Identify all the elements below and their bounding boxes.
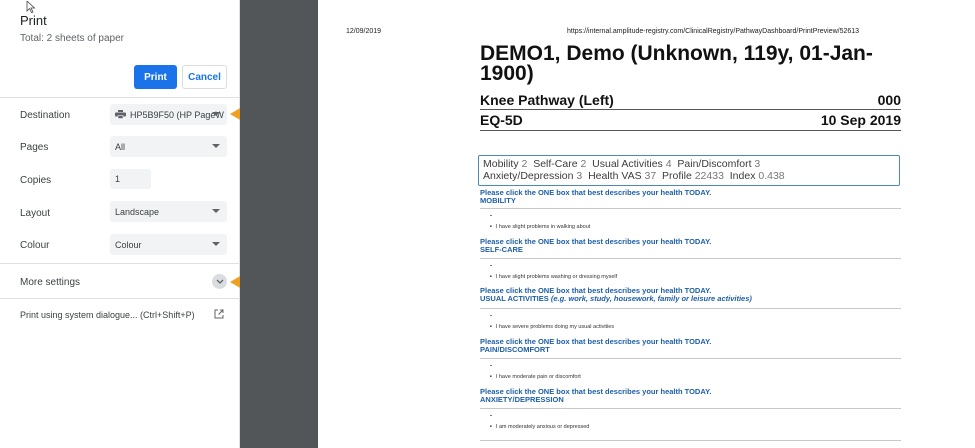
question-block: Please click the ONE box that best descr… bbox=[480, 238, 910, 254]
divider bbox=[480, 440, 901, 441]
form-date: 10 Sep 2019 bbox=[820, 112, 901, 128]
question-block: Please click the ONE box that best descr… bbox=[480, 338, 910, 354]
chevron-down-icon bbox=[212, 144, 220, 148]
colour-select[interactable]: Colour bbox=[110, 234, 227, 255]
summary-label: Pain/Discomfort bbox=[677, 158, 752, 170]
form-title: EQ-5D bbox=[480, 112, 523, 128]
cancel-button[interactable]: Cancel bbox=[182, 65, 227, 89]
more-settings-label[interactable]: More settings bbox=[20, 277, 80, 288]
question-block: Please click the ONE box that best descr… bbox=[480, 287, 910, 303]
divider bbox=[480, 308, 901, 309]
question-heading: PAIN/DISCOMFORT bbox=[480, 345, 550, 354]
print-title: Print bbox=[20, 13, 47, 28]
open-external-icon[interactable] bbox=[213, 308, 225, 320]
pages-label: Pages bbox=[20, 142, 49, 153]
question-heading-extra: (e.g. work, study, housework, family or … bbox=[550, 294, 752, 303]
summary-value: 4 bbox=[665, 158, 672, 170]
chevron-down-icon bbox=[212, 242, 220, 246]
bullet bbox=[490, 415, 492, 416]
question-prompt: Please click the ONE box that best descr… bbox=[480, 188, 712, 197]
printer-icon bbox=[115, 110, 126, 119]
chevron-down-icon bbox=[212, 112, 220, 116]
question-answer: I have moderate pain or discomfort bbox=[490, 374, 581, 380]
bullet bbox=[490, 365, 492, 366]
summary-label: Index bbox=[729, 170, 756, 182]
question-heading-text: USUAL ACTIVITIES bbox=[480, 294, 549, 303]
bullet bbox=[490, 265, 492, 266]
bullet bbox=[490, 215, 492, 216]
question-heading: SELF-CARE bbox=[480, 245, 523, 254]
chevron-down-icon bbox=[216, 279, 223, 284]
print-button[interactable]: Print bbox=[134, 65, 177, 89]
print-preview-page: 12/09/2019 https://internal.amplitude-re… bbox=[318, 0, 975, 448]
summary-label: Usual Activities bbox=[592, 158, 663, 170]
divider bbox=[480, 408, 901, 409]
system-dialog-link[interactable]: Print using system dialogue... (Ctrl+Shi… bbox=[20, 310, 195, 320]
divider bbox=[480, 358, 901, 359]
page-header-date: 12/09/2019 bbox=[346, 28, 382, 35]
divider bbox=[480, 208, 901, 209]
summary-value: 2 bbox=[580, 158, 587, 170]
copies-input[interactable]: 1 bbox=[110, 169, 151, 189]
divider bbox=[0, 97, 240, 98]
layout-value: Landscape bbox=[115, 206, 160, 217]
score-summary-box: Mobility 2 Self-Care 2 Usual Activities … bbox=[478, 155, 900, 186]
pathway-number: 000 bbox=[877, 92, 901, 108]
summary-label: Profile bbox=[662, 170, 692, 182]
copies-label: Copies bbox=[20, 175, 52, 186]
question-heading: ANXIETY/DEPRESSION bbox=[480, 395, 564, 404]
summary-value: 2 bbox=[521, 158, 528, 170]
summary-value: 22433 bbox=[694, 170, 724, 182]
divider bbox=[480, 258, 901, 259]
more-settings-expand-button[interactable] bbox=[212, 274, 227, 289]
pages-select[interactable]: All bbox=[110, 136, 227, 157]
question-block: Please click the ONE box that best descr… bbox=[480, 189, 910, 205]
pathway-title: Knee Pathway (Left) bbox=[480, 92, 614, 108]
question-answer: I have severe problems doing my usual ac… bbox=[490, 324, 614, 330]
question-answer: I am moderately anxious or depressed bbox=[490, 424, 590, 430]
summary-value: 3 bbox=[576, 170, 583, 182]
question-heading: USUAL ACTIVITIES (e.g. work, study, hous… bbox=[480, 295, 910, 303]
print-settings-panel: Print Total: 2 sheets of paper Print Can… bbox=[0, 0, 240, 448]
question-block: Please click the ONE box that best descr… bbox=[480, 388, 910, 404]
summary-label: Anxiety/Depression bbox=[483, 170, 574, 182]
page-header-url: https://internal.amplitude-registry.com/… bbox=[567, 28, 860, 35]
divider bbox=[0, 298, 240, 299]
layout-label: Layout bbox=[20, 208, 51, 219]
summary-label: Health VAS bbox=[588, 170, 642, 182]
divider bbox=[480, 109, 901, 110]
patient-name: DEMO1, Demo (Unknown, 119y, 01-Jan-1900) bbox=[480, 42, 873, 85]
summary-label: Mobility bbox=[483, 158, 519, 170]
destination-select[interactable]: HP5B9F50 (HP PageW bbox=[110, 104, 227, 125]
preview-background bbox=[240, 0, 318, 448]
divider bbox=[0, 263, 240, 264]
summary-label: Self-Care bbox=[533, 158, 578, 170]
question-heading: MOBILITY bbox=[480, 196, 516, 205]
summary-value: 0.438 bbox=[758, 170, 785, 182]
destination-label: Destination bbox=[20, 110, 71, 121]
bullet bbox=[490, 315, 492, 316]
summary-value: 3 bbox=[754, 158, 761, 170]
colour-value: Colour bbox=[115, 239, 142, 250]
question-answer: I have slight problems in walking about bbox=[490, 224, 590, 230]
sheet-total: Total: 2 sheets of paper bbox=[20, 33, 124, 44]
question-answer: I have slight problems washing or dressi… bbox=[490, 274, 617, 280]
summary-value: 37 bbox=[644, 170, 657, 182]
layout-select[interactable]: Landscape bbox=[110, 201, 227, 222]
destination-value: HP5B9F50 (HP PageW bbox=[130, 109, 224, 120]
colour-label: Colour bbox=[20, 240, 50, 251]
pages-value: All bbox=[115, 141, 126, 152]
divider bbox=[480, 130, 901, 131]
question-prompt: Please click the ONE box that best descr… bbox=[480, 237, 712, 246]
chevron-down-icon bbox=[212, 209, 220, 213]
mouse-cursor-icon bbox=[26, 1, 36, 13]
